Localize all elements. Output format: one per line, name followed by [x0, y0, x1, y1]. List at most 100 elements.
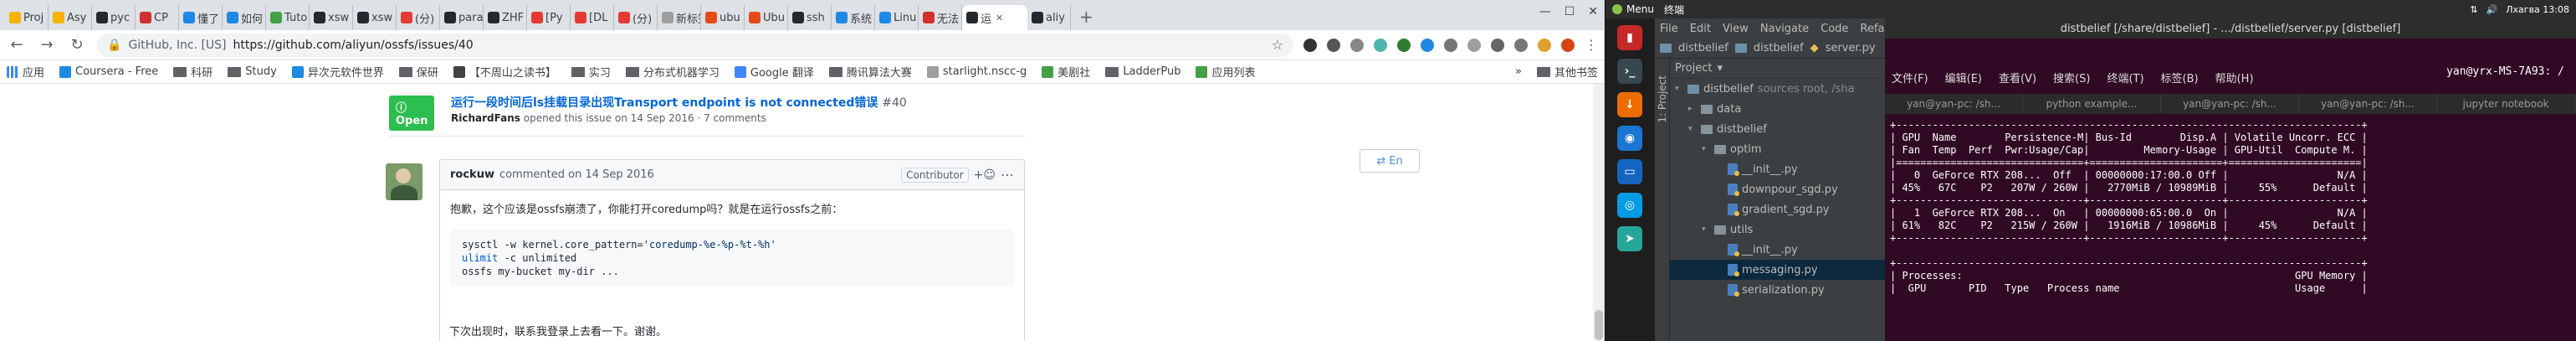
close-icon[interactable]: ✕	[1588, 5, 1598, 18]
browser-tab[interactable]: xsw	[310, 5, 353, 30]
chevron-down-icon[interactable]: ▾	[1702, 225, 1710, 234]
bookmark-item[interactable]: LadderPub	[1105, 65, 1180, 78]
nav-crumb[interactable]: distbelief	[1754, 42, 1804, 54]
browser-tab[interactable]: 新标签	[658, 5, 701, 30]
bookmark-item[interactable]: 美剧社	[1042, 64, 1090, 80]
tree-item[interactable]: ▾ optim	[1670, 139, 1885, 159]
browser-tab[interactable]: 如何	[223, 5, 266, 30]
volume-icon[interactable]: 🔊	[2486, 4, 2498, 15]
browser-tab[interactable]: 运 ✕	[962, 5, 1027, 30]
browser-tab[interactable]: [Py	[527, 5, 571, 30]
tree-item[interactable]: ▾ utils	[1670, 220, 1885, 240]
browser-tab[interactable]: ZHF	[484, 5, 527, 30]
project-view-selector[interactable]: Project	[1675, 62, 1712, 75]
bookmark-item[interactable]: Study	[228, 65, 277, 78]
terminal-menu-item[interactable]: 编辑(E)	[1945, 70, 1982, 85]
terminal-menu-item[interactable]: 标签(B)	[2161, 70, 2199, 85]
page-scrollbar[interactable]	[1593, 84, 1604, 341]
browser-tab[interactable]: xsw	[353, 5, 397, 30]
chevron-down-icon[interactable]: ▾	[1688, 125, 1697, 133]
tree-item[interactable]: serialization.py	[1670, 280, 1885, 300]
browser-tab[interactable]: (分)	[397, 5, 440, 30]
bookmark-item[interactable]: Google 翻译	[734, 64, 814, 80]
browser-tab[interactable]: aliy	[1027, 5, 1071, 30]
bookmark-item[interactable]: 实习	[571, 64, 611, 80]
scrollbar-thumb[interactable]	[1595, 310, 1603, 340]
extension-icon[interactable]	[1374, 38, 1387, 52]
ide-menu-item[interactable]: View	[1723, 23, 1749, 35]
extension-icon[interactable]	[1467, 38, 1481, 52]
browser-tab[interactable]: [DL	[571, 5, 614, 30]
terminal-menu-item[interactable]: 查看(V)	[1999, 70, 2036, 85]
browser-tab[interactable]: ssh	[788, 5, 832, 30]
issue-author-link[interactable]: RichardFans	[451, 112, 520, 124]
bookmark-other[interactable]: 其他书签	[1536, 64, 1598, 80]
download-icon[interactable]: ↓	[1617, 92, 1642, 117]
avatar[interactable]	[386, 163, 423, 200]
browser-tab[interactable]: ubu	[701, 5, 745, 30]
extension-icon[interactable]	[1491, 38, 1504, 52]
chevron-down-icon[interactable]: ▾	[1702, 145, 1710, 153]
bookmark-item[interactable]: 【不周山之读书】	[453, 64, 556, 80]
bookmark-item[interactable]: 科研	[173, 64, 213, 80]
reload-icon[interactable]: ↻	[67, 36, 87, 54]
browser-tab[interactable]: CP	[136, 5, 179, 30]
tree-item[interactable]: messaging.py	[1670, 260, 1885, 280]
extension-icon[interactable]	[1514, 38, 1528, 52]
nav-crumb[interactable]: distbelief	[1678, 42, 1728, 54]
bookmark-item[interactable]: 异次元软件世界	[291, 64, 384, 80]
browser-tab[interactable]: 系统	[832, 5, 875, 30]
terminal-tab[interactable]: python example...	[2023, 94, 2161, 114]
close-tab-icon[interactable]: ✕	[996, 13, 1003, 23]
nav-crumb[interactable]: server.py	[1826, 42, 1876, 54]
terminal-menu-item[interactable]: 终端(T)	[2107, 70, 2143, 85]
comment-options-icon[interactable]: ⋯	[1001, 167, 1014, 183]
ide-menu-item[interactable]: Refactor	[1860, 23, 1885, 35]
terminal-tab[interactable]: jupyter notebook	[2437, 94, 2575, 114]
chrome-icon[interactable]: ◎	[1617, 193, 1642, 218]
forward-icon[interactable]: →	[37, 36, 57, 54]
browser-tab[interactable]: para	[440, 5, 484, 30]
telegram-icon[interactable]: ➤	[1617, 226, 1642, 251]
comment-author[interactable]: rockuw	[450, 168, 494, 181]
chevron-down-icon[interactable]: ▾	[1675, 85, 1683, 93]
terminal-icon[interactable]: ›_	[1617, 59, 1642, 84]
tree-item[interactable]: downpour_sgd.py	[1670, 179, 1885, 199]
translate-widget[interactable]: ⇄ En	[1360, 149, 1420, 173]
bookmark-item[interactable]: starlight.nscc-g	[926, 65, 1027, 78]
network-icon[interactable]: ⇅	[2470, 4, 2477, 15]
extension-icon[interactable]	[1350, 38, 1364, 52]
minimize-icon[interactable]: —	[1539, 5, 1551, 18]
browser-tab[interactable]: Asy	[49, 5, 92, 30]
bookmark-item[interactable]: 应用列表	[1196, 64, 1256, 80]
address-bar[interactable]: 🔒 GitHub, Inc. [US] https://github.com/a…	[97, 33, 1293, 57]
tree-item[interactable]: __init__.py	[1670, 159, 1885, 179]
ide-menu-item[interactable]: Code	[1821, 23, 1848, 35]
extension-icon[interactable]	[1538, 38, 1551, 52]
terminal-tab[interactable]: yan@yan-pc: /sh...	[1885, 94, 2023, 114]
tree-item[interactable]: ▾ distbelief sources root, /sha	[1670, 79, 1885, 99]
issue-title[interactable]: 运行一段时间后ls挂载目录出现Transport endpoint is not…	[451, 94, 907, 111]
clock[interactable]: Лхагва 13:08	[2506, 4, 2569, 15]
extension-icon[interactable]	[1397, 38, 1411, 52]
ide-menu-item[interactable]: Edit	[1690, 23, 1711, 35]
start-menu-button[interactable]: Menu	[1612, 3, 1654, 15]
bookmarks-overflow-button[interactable]: »	[1515, 65, 1522, 78]
add-reaction-icon[interactable]: +☺	[974, 168, 996, 182]
ide-menu-item[interactable]: File	[1660, 23, 1678, 35]
extension-icon[interactable]	[1327, 38, 1340, 52]
bookmark-item[interactable]: 保研	[398, 64, 438, 80]
tree-item[interactable]: ▾ distbelief	[1670, 119, 1885, 139]
browser-tab[interactable]: 懂了	[179, 5, 223, 30]
chevron-right-icon[interactable]: ▸	[1688, 105, 1697, 113]
comment-date[interactable]: commented on 14 Sep 2016	[499, 168, 654, 181]
bookmark-star-icon[interactable]: ☆	[1272, 37, 1283, 53]
browser-tab[interactable]: (分)	[614, 5, 658, 30]
browser-tab[interactable]: 无法	[919, 5, 962, 30]
project-tool-stripe[interactable]: 1: Project	[1655, 59, 1670, 341]
terminal-menu-item[interactable]: 搜索(S)	[2053, 70, 2090, 85]
site-identity[interactable]: GitHub, Inc. [US]	[128, 39, 226, 52]
browser-tab[interactable]: Proj	[5, 5, 49, 30]
project-tool-tab[interactable]: 1: Project	[1657, 75, 1668, 123]
bookmark-item[interactable]: 分布式机器学习	[625, 64, 720, 80]
